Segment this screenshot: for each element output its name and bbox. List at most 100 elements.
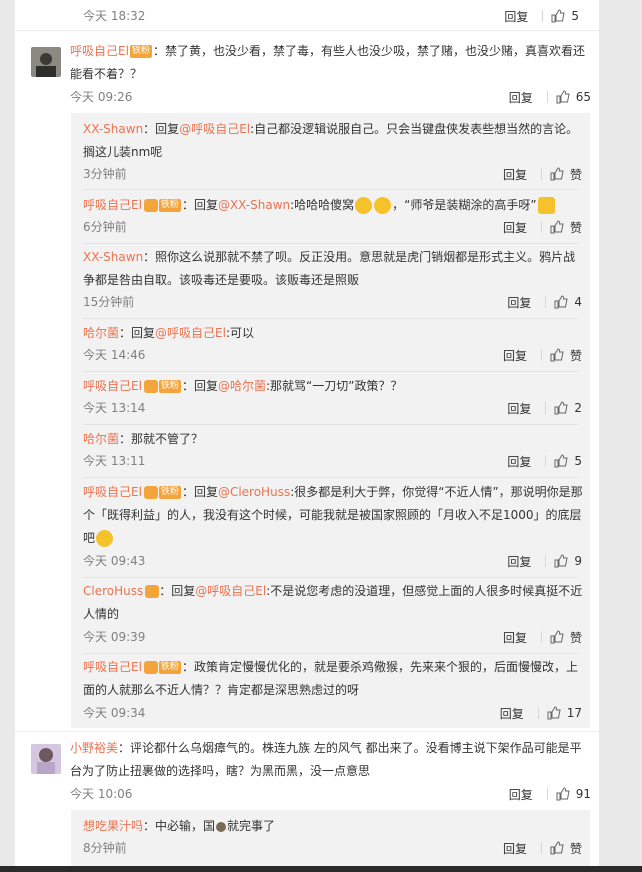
divider [83,318,578,319]
thumb-up-icon[interactable] [547,706,561,720]
reply-prefix: ：回复 [181,379,218,393]
member-icon [143,486,158,499]
reply-username[interactable]: 呼吸自己El [83,660,142,674]
reply-button[interactable]: 回复 [503,166,527,183]
reply-username[interactable]: 呼吸自己El [83,485,142,499]
reply-button[interactable]: 回复 [507,553,531,570]
reply-actions: 回复 17 [500,705,582,721]
reply-time: 今天 09:39 [83,630,146,644]
like-count: 4 [574,295,582,309]
reply-username[interactable]: 呼吸自己El [83,198,142,212]
mention-link[interactable]: @呼吸自己El [179,122,250,136]
like-label[interactable]: 赞 [570,166,582,183]
reply-body: CleroHuss ：回复@呼吸自己El:不是说您考虑的没道理，但感觉上面的人很多… [83,580,585,626]
reply-time: 今天 13:11 [83,454,146,468]
reply-username[interactable]: XX-Shawn [83,250,143,264]
divider [83,577,578,578]
replies-box: XX-Shawn：回复@呼吸自己El:自己都没逻辑说服自己。只会当键盘侠发表些想… [71,113,590,728]
divider [546,91,548,103]
divider [83,653,578,654]
thumb-up-icon[interactable] [556,787,570,801]
like-count: 9 [574,554,582,568]
comment-actions: 回复 91 [509,786,591,802]
reply-button[interactable]: 回复 [509,89,533,106]
reply-button[interactable]: 回复 [503,347,527,364]
divider [540,349,542,361]
reply-button[interactable]: 回复 [507,453,531,470]
thumb-up-icon[interactable] [554,401,568,415]
reply-actions: 回复 赞 [503,840,582,856]
avatar[interactable] [31,47,61,77]
thumb-up-icon[interactable] [550,220,564,234]
comment-username[interactable]: 呼吸自己El [70,44,129,58]
reply-text: :哈哈哈傻窝 [290,198,355,212]
reply-prefix: ：回复 [181,485,218,499]
divider [545,455,547,467]
member-icon [143,199,158,212]
thumb-up-icon[interactable] [554,295,568,309]
reply-button[interactable]: 回复 [503,840,527,857]
reply-body: 呼吸自己El 铁粉 ：回复@XX-Shawn:哈哈哈傻窝 ，“师爷是装糊涂的高手呀” [83,194,585,217]
reply-username[interactable]: 哈尔菌 [83,326,119,340]
replies-box: 想吃果汁吗：中必输，国 就完事了 8分钟前 回复 赞 [71,810,590,866]
reply-button[interactable]: 回复 [507,400,531,417]
emoji-icon [216,821,227,832]
divider [15,731,599,732]
reply-button[interactable]: 回复 [504,8,528,25]
mention-link[interactable]: @呼吸自己El [155,326,226,340]
thumb-up-icon[interactable] [550,841,564,855]
reply-username[interactable]: XX-Shawn [83,122,143,136]
divider [15,30,599,31]
reply-username[interactable]: 呼吸自己El [83,379,142,393]
mention-link[interactable]: @呼吸自己El [195,584,266,598]
comment-username[interactable]: 小野裕美 [70,741,118,755]
reply-text-tail: ，“师爷是装糊涂的高手呀” [392,198,537,212]
reply-body: 哈尔菌：那就不管了？ [83,428,585,451]
mention-link[interactable]: @XX-Shawn [218,198,290,212]
reply-prefix: ：回复 [181,198,218,212]
comment-time: 今天 09:26 [70,90,133,104]
reply-actions: 回复 赞 [503,347,582,363]
divider [542,10,544,22]
thumb-up-icon[interactable] [550,630,564,644]
divider [83,424,578,425]
thumbs-up-emoji-icon [537,197,555,214]
like-label[interactable]: 赞 [570,629,582,646]
thumb-up-icon[interactable] [550,348,564,362]
reply-actions: 回复 4 [507,294,582,310]
divider [540,168,542,180]
reply-body: 哈尔菌：回复@呼吸自己El:可以 [83,322,585,345]
comment-time: 今天 10:06 [70,787,133,801]
divider [83,189,578,190]
thumb-up-icon[interactable] [556,90,570,104]
reply-button[interactable]: 回复 [507,294,531,311]
reply-text-tail: 就完事了 [227,819,276,833]
avatar[interactable] [31,744,61,774]
comment-actions: 回复 5 [504,8,579,24]
like-label[interactable]: 赞 [570,840,582,857]
reply-username[interactable]: 哈尔菌 [83,432,119,446]
reply-button[interactable]: 回复 [503,629,527,646]
reply-body: XX-Shawn：照你这么说那就不禁了呗。反正没用。意思就是虎门销烟都是形式主义… [83,246,585,292]
thumb-up-icon[interactable] [551,9,565,23]
reply-body: 想吃果汁吗：中必输，国 就完事了 [83,815,585,838]
reply-button[interactable]: 回复 [500,705,524,722]
comment-time: 今天 18:32 [83,9,146,23]
thumb-up-icon[interactable] [554,454,568,468]
mention-link[interactable]: @CleroHuss [218,485,290,499]
thumb-up-icon[interactable] [550,167,564,181]
reply-button[interactable]: 回复 [503,219,527,236]
thumb-up-icon[interactable] [554,554,568,568]
like-count: 5 [571,9,579,23]
reply-button[interactable]: 回复 [509,786,533,803]
reply-prefix: ：回复 [119,326,156,340]
taskbar-edge [0,866,642,872]
mention-link[interactable]: @哈尔菌 [218,379,266,393]
divider [540,842,542,854]
fan-badge: 铁粉 [158,199,181,212]
reply-username[interactable]: CleroHuss [83,584,143,598]
like-label[interactable]: 赞 [570,219,582,236]
reply-actions: 回复 9 [507,553,582,569]
reply-username[interactable]: 想吃果汁吗 [83,819,143,833]
like-label[interactable]: 赞 [570,347,582,364]
